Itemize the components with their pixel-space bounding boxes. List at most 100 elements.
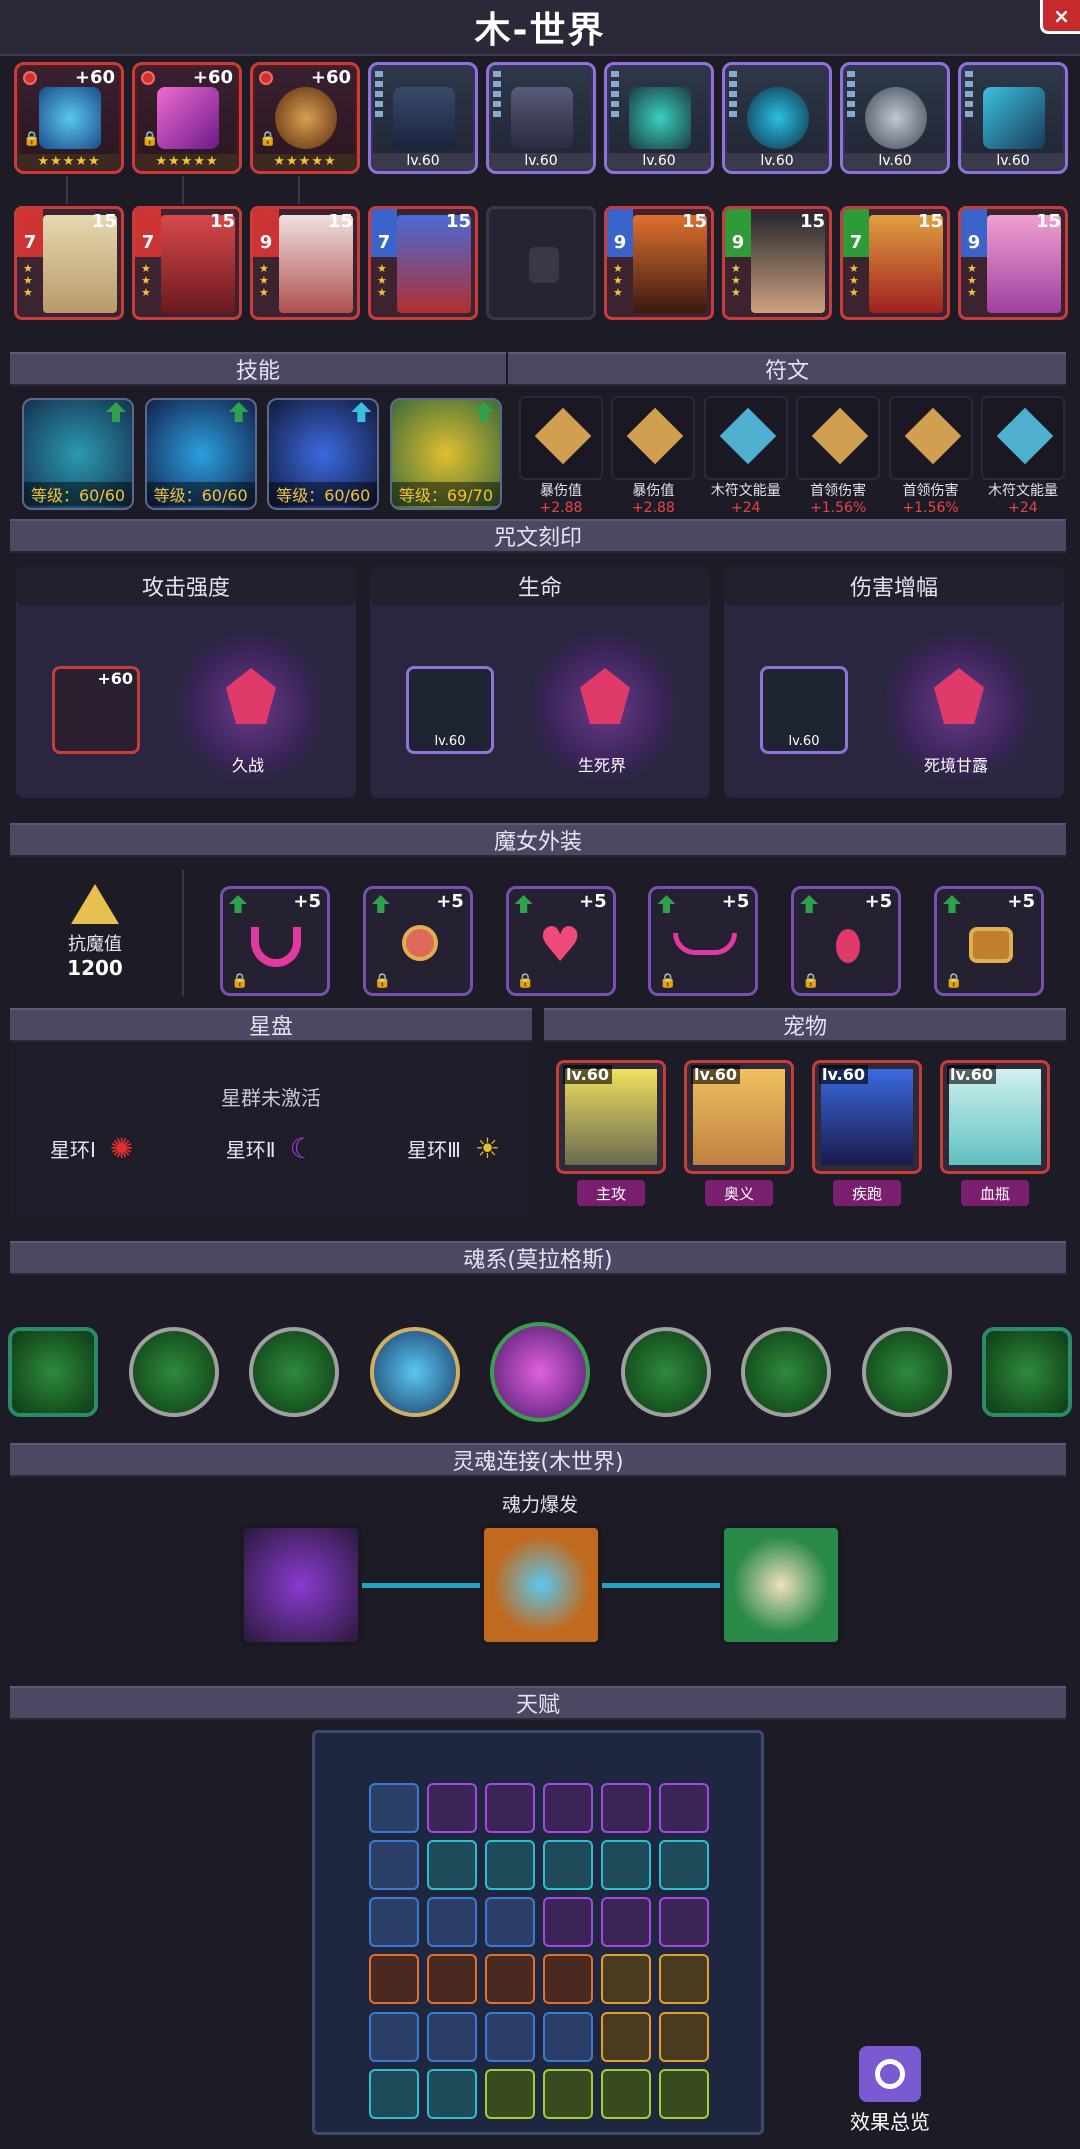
talent-node[interactable] <box>369 1840 419 1891</box>
hero-slot-7[interactable]: 9 15 ★ ★ ★ <box>722 206 832 320</box>
pet-item[interactable]: lv.60 疾跑 <box>812 1060 922 1216</box>
gear-slot-3[interactable]: +60 🔒 ★★★★★ <box>250 62 360 174</box>
gear-level: lv.60 <box>489 153 593 169</box>
outfit-slot-horns[interactable]: +5 🔒 <box>220 886 330 996</box>
hero-slot-2[interactable]: 7 15 ★ ★ ★ <box>132 206 242 320</box>
soul-node-icon[interactable] <box>249 1327 339 1417</box>
talent-node[interactable] <box>543 2011 593 2062</box>
talent-node[interactable] <box>543 2068 593 2119</box>
rune-diamond-icon <box>796 396 881 480</box>
hero-slot-3[interactable]: 9 15 ★ ★ ★ <box>250 206 360 320</box>
curse-attack[interactable]: 攻击强度 +60 久战 <box>16 566 356 798</box>
pet-item[interactable]: lv.60 血瓶 <box>940 1060 1050 1216</box>
talent-node[interactable] <box>427 2068 477 2119</box>
hero-stars: ★ ★ ★ <box>23 262 33 299</box>
talent-node[interactable] <box>369 2068 419 2119</box>
talent-node[interactable] <box>427 1954 477 2005</box>
outfit-slot-earring[interactable]: +5 🔒 <box>791 886 902 996</box>
gear-slot-8[interactable]: lv.60 <box>840 62 950 174</box>
close-button[interactable]: × <box>1040 0 1080 34</box>
soul-node-icon[interactable] <box>741 1327 831 1417</box>
pet-item[interactable]: lv.60 主攻 <box>556 1060 666 1216</box>
hero-slot-8[interactable]: 7 15 ★ ★ ★ <box>840 206 950 320</box>
outfit-slot-necklace[interactable]: +5 🔒 <box>648 886 759 996</box>
talent-node[interactable] <box>485 1897 535 1948</box>
hero-level: 15 <box>917 211 943 232</box>
hero-slot-9[interactable]: 9 15 ★ ★ ★ <box>958 206 1068 320</box>
hero-slot-1[interactable]: 7 15 ★ ★ ★ <box>14 206 124 320</box>
pet-card: lv.60 <box>940 1060 1050 1174</box>
talent-node[interactable] <box>485 1954 535 2005</box>
talent-node[interactable] <box>659 1954 709 2005</box>
rune-item[interactable]: 木符文能量 +24 <box>701 396 791 520</box>
talent-node[interactable] <box>427 1897 477 1948</box>
talent-node[interactable] <box>485 2011 535 2062</box>
outfit-slot-brooch[interactable]: +5 🔒 <box>362 886 473 996</box>
rune-item[interactable]: 木符文能量 +24 <box>978 396 1068 520</box>
talent-node[interactable] <box>369 1897 419 1948</box>
talent-node[interactable] <box>543 1783 593 1833</box>
talent-node[interactable] <box>659 1783 709 1833</box>
soul-node-orb-icon[interactable] <box>369 1327 460 1417</box>
soul-node-icon[interactable] <box>620 1327 711 1417</box>
star-ring-3[interactable]: 星环Ⅲ ☀ <box>407 1132 500 1165</box>
effects-overview-button[interactable]: 效果总览 <box>820 2046 960 2135</box>
rune-item[interactable]: 首领伤害 +1.56% <box>886 396 976 520</box>
gear-slot-9[interactable]: lv.60 <box>958 62 1068 174</box>
pet-item[interactable]: lv.60 奥义 <box>684 1060 794 1216</box>
outfit-slot-bag[interactable]: +5 🔒 <box>933 886 1044 996</box>
gear-slot-2[interactable]: +60 🔒 ★★★★★ <box>132 62 242 174</box>
rune-marks-icon <box>611 71 619 121</box>
skill-slot-2[interactable]: 等级：60/60 <box>144 398 257 510</box>
rune-item[interactable]: 暴伤值 +2.88 <box>516 396 606 520</box>
talent-node[interactable] <box>543 1897 593 1948</box>
talent-node[interactable] <box>601 1954 651 2005</box>
gear-slot-7[interactable]: lv.60 <box>722 62 832 174</box>
soul-node-icon[interactable] <box>128 1327 219 1417</box>
talent-node[interactable] <box>601 1840 651 1891</box>
skill-slot-1[interactable]: 等级：60/60 <box>22 398 134 510</box>
talent-node[interactable] <box>369 1783 419 1833</box>
talent-node[interactable] <box>543 1840 593 1891</box>
talent-node[interactable] <box>485 2068 535 2119</box>
curse-damage[interactable]: 伤害增幅 lv.60 死境甘露 <box>724 566 1064 798</box>
gear-slot-6[interactable]: lv.60 <box>604 62 714 174</box>
talent-node[interactable] <box>659 1897 709 1948</box>
soul-node-gate-icon[interactable] <box>982 1327 1072 1417</box>
talent-node[interactable] <box>427 1840 477 1891</box>
outfit-slot-heart[interactable]: +5 ♥ 🔒 <box>505 886 616 996</box>
skill-slot-4[interactable]: 等级：69/70 <box>389 398 502 510</box>
talent-node[interactable] <box>427 1783 477 1833</box>
hero-slot-empty[interactable] <box>486 206 596 320</box>
hero-slot-6[interactable]: 9 15 ★ ★ ★ <box>604 206 714 320</box>
talent-node[interactable] <box>601 2068 651 2119</box>
talent-node[interactable] <box>601 1897 651 1948</box>
talent-node[interactable] <box>659 1840 709 1891</box>
skill-slot-3[interactable]: 等级：60/60 <box>267 398 380 510</box>
soul-link-axe-icon[interactable] <box>480 1524 602 1646</box>
hero-slot-4[interactable]: 7 15 ★ ★ ★ <box>368 206 478 320</box>
gear-slot-5[interactable]: lv.60 <box>486 62 596 174</box>
talent-node[interactable] <box>601 2011 651 2062</box>
talent-node[interactable] <box>543 1954 593 2005</box>
star-ring-1[interactable]: 星环Ⅰ ✺ <box>50 1132 133 1165</box>
rune-item[interactable]: 暴伤值 +2.88 <box>608 396 698 520</box>
soul-node-icon[interactable] <box>861 1327 952 1417</box>
rune-item[interactable]: 首领伤害 +1.56% <box>793 396 883 520</box>
soul-node-gate-icon[interactable] <box>8 1327 98 1417</box>
soul-link-purple-icon[interactable] <box>240 1524 362 1646</box>
soul-link-clock-icon[interactable] <box>720 1524 842 1646</box>
talent-node[interactable] <box>427 2011 477 2062</box>
curse-life[interactable]: 生命 lv.60 生死界 <box>370 566 710 798</box>
talent-node[interactable] <box>485 1840 535 1891</box>
star-ring-2[interactable]: 星环Ⅱ ☾ <box>226 1132 315 1165</box>
talent-node[interactable] <box>659 2011 709 2062</box>
soul-core-icon[interactable] <box>490 1322 590 1422</box>
talent-node[interactable] <box>369 1954 419 2005</box>
talent-node[interactable] <box>485 1783 535 1833</box>
gear-slot-1[interactable]: +60 🔒 ★★★★★ <box>14 62 124 174</box>
talent-node[interactable] <box>659 2068 709 2119</box>
talent-node[interactable] <box>601 1783 651 1833</box>
talent-node[interactable] <box>369 2011 419 2062</box>
gear-slot-4[interactable]: lv.60 <box>368 62 478 174</box>
